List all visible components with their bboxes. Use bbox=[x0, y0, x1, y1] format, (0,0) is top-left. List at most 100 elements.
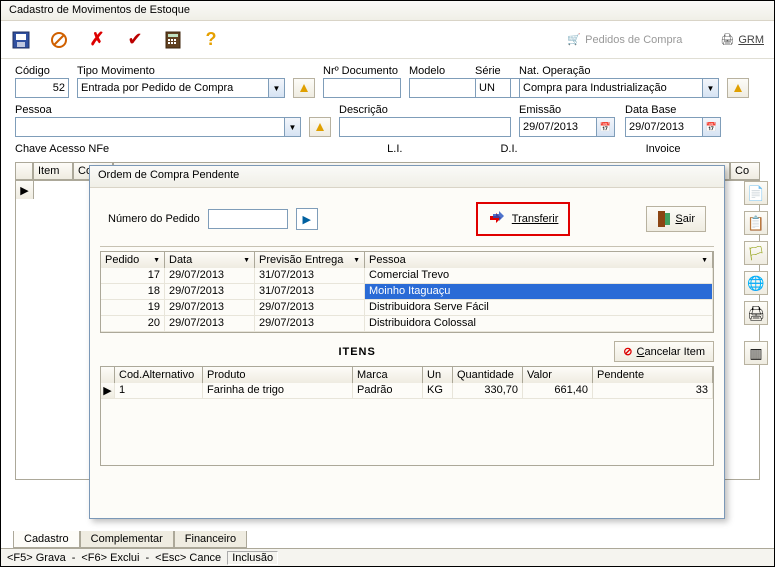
modal-title: Ordem de Compra Pendente bbox=[90, 166, 724, 188]
serie-input[interactable] bbox=[475, 78, 511, 98]
items-col-pendente[interactable]: Pendente bbox=[593, 367, 713, 383]
side-copy-icon[interactable]: 📋 bbox=[744, 211, 768, 235]
status-exclui: <F6> Exclui bbox=[81, 552, 139, 564]
items-col-produto[interactable]: Produto bbox=[203, 367, 353, 383]
di-label: D.I. bbox=[500, 143, 517, 155]
codigo-input[interactable] bbox=[15, 78, 69, 98]
side-flag-icon[interactable]: 🏳 bbox=[744, 241, 768, 265]
window-title: Cadastro de Movimentos de Estoque bbox=[1, 1, 774, 21]
items-col-qtd[interactable]: Quantidade bbox=[453, 367, 523, 383]
side-barcode-icon[interactable]: ▥ bbox=[744, 341, 768, 365]
tipo-mov-lookup-button[interactable] bbox=[293, 78, 315, 98]
orders-row[interactable]: 1729/07/201331/07/2013Comercial Trevo bbox=[101, 268, 713, 284]
calculator-icon[interactable] bbox=[163, 30, 183, 50]
codigo-label: Código bbox=[15, 65, 69, 77]
cell-pessoa: Distribuidora Serve Fácil bbox=[365, 300, 713, 316]
orders-col-pedido[interactable]: Pedido▼ bbox=[101, 252, 165, 268]
emissao-cal-icon[interactable]: 📅 bbox=[597, 117, 615, 137]
items-col-marca[interactable]: Marca bbox=[353, 367, 423, 383]
pessoa-lookup-button[interactable] bbox=[309, 117, 331, 137]
grm-button[interactable]: 🖨 GRM bbox=[720, 33, 764, 46]
tab-cadastro[interactable]: Cadastro bbox=[13, 531, 80, 548]
cell-qtd: 330,70 bbox=[453, 383, 523, 399]
numero-pedido-label: Número do Pedido bbox=[108, 213, 200, 225]
transferir-button[interactable]: Transferir bbox=[476, 202, 571, 236]
save-icon[interactable] bbox=[11, 30, 31, 50]
pessoa-input[interactable] bbox=[15, 117, 284, 137]
status-sep1: - bbox=[72, 552, 76, 564]
orders-grid: Pedido▼ Data▼ Previsão Entrega▼ Pessoa▼ … bbox=[100, 251, 714, 333]
nrdoc-label: Nrº Documento bbox=[323, 65, 401, 77]
serie-label: Série bbox=[475, 65, 511, 77]
natop-input[interactable] bbox=[519, 78, 702, 98]
check-icon[interactable]: ✔ bbox=[125, 30, 145, 50]
items-col-un[interactable]: Un bbox=[423, 367, 453, 383]
tab-financeiro[interactable]: Financeiro bbox=[174, 531, 247, 548]
side-globe-icon[interactable]: 🌐 bbox=[744, 271, 768, 295]
descricao-label: Descrição bbox=[339, 104, 511, 116]
invoice-label: Invoice bbox=[646, 143, 681, 155]
cancel-icon[interactable] bbox=[49, 30, 69, 50]
cell-marca: Padrão bbox=[353, 383, 423, 399]
col-co[interactable]: Co bbox=[730, 162, 760, 180]
cell-pedido: 19 bbox=[101, 300, 165, 316]
chevron-down-icon[interactable]: ▼ bbox=[353, 257, 360, 264]
database-label: Data Base bbox=[625, 104, 723, 116]
pessoa-dd-icon[interactable]: ▼ bbox=[284, 117, 301, 137]
sair-button[interactable]: SSairair bbox=[646, 206, 706, 232]
cell-un: KG bbox=[423, 383, 453, 399]
tipo-mov-input[interactable] bbox=[77, 78, 268, 98]
database-cal-icon[interactable]: 📅 bbox=[703, 117, 721, 137]
orders-row[interactable]: 1929/07/201329/07/2013Distribuidora Serv… bbox=[101, 300, 713, 316]
pedidos-compra-button[interactable]: 🛒 Pedidos de Compra bbox=[567, 33, 682, 46]
orders-col-previsao[interactable]: Previsão Entrega▼ bbox=[255, 252, 365, 268]
orders-row[interactable]: 2029/07/201329/07/2013Distribuidora Colo… bbox=[101, 316, 713, 332]
orders-col-data[interactable]: Data▼ bbox=[165, 252, 255, 268]
help-icon[interactable]: ? bbox=[201, 30, 221, 50]
cell-codalt: 1 bbox=[115, 383, 203, 399]
transferir-label: Transferir bbox=[512, 213, 559, 225]
items-row[interactable]: ▶1Farinha de trigoPadrãoKG330,70661,4033 bbox=[101, 383, 713, 399]
database-input[interactable] bbox=[625, 117, 703, 137]
cell-data: 29/07/2013 bbox=[165, 316, 255, 332]
chave-label: Chave Acesso NFe bbox=[15, 143, 109, 155]
natop-lookup-button[interactable] bbox=[727, 78, 749, 98]
cell-pessoa: Moinho Itaguaçu bbox=[365, 284, 713, 300]
play-button[interactable]: ▶ bbox=[296, 208, 318, 230]
chevron-down-icon[interactable]: ▼ bbox=[243, 257, 250, 264]
tab-bar: Cadastro Complementar Financeiro bbox=[13, 531, 247, 548]
orders-col-pessoa[interactable]: Pessoa▼ bbox=[365, 252, 713, 268]
row-indicator: ▶ bbox=[16, 181, 34, 199]
li-label: L.I. bbox=[387, 143, 402, 155]
side-print-icon[interactable]: 🖨 bbox=[744, 301, 768, 325]
status-inclusao: Inclusão bbox=[227, 551, 278, 565]
cancelar-item-button[interactable]: ⊘ Cancelar Item Cancelar Item bbox=[614, 341, 714, 362]
emissao-input[interactable] bbox=[519, 117, 597, 137]
col-item[interactable]: Item bbox=[33, 162, 73, 180]
natop-dd-icon[interactable]: ▼ bbox=[702, 78, 719, 98]
cell-data: 29/07/2013 bbox=[165, 268, 255, 284]
ordem-compra-modal: Ordem de Compra Pendente Número do Pedid… bbox=[89, 165, 725, 519]
status-cance: <Esc> Cance bbox=[155, 552, 221, 564]
natop-label: Nat. Operação bbox=[519, 65, 719, 77]
cell-data: 29/07/2013 bbox=[165, 284, 255, 300]
descricao-input[interactable] bbox=[339, 117, 511, 137]
chevron-down-icon[interactable]: ▼ bbox=[153, 257, 160, 264]
main-toolbar: ✗ ✔ ? 🛒 Pedidos de Compra 🖨 GRM bbox=[1, 21, 774, 59]
numero-pedido-input[interactable] bbox=[208, 209, 288, 229]
cell-pedido: 18 bbox=[101, 284, 165, 300]
tab-complementar[interactable]: Complementar bbox=[80, 531, 174, 548]
chevron-down-icon[interactable]: ▼ bbox=[701, 257, 708, 264]
door-icon bbox=[657, 210, 671, 228]
cart-icon: 🛒 bbox=[567, 33, 581, 46]
items-col-valor[interactable]: Valor bbox=[523, 367, 593, 383]
cell-pendente: 33 bbox=[593, 383, 713, 399]
nrdoc-input[interactable] bbox=[323, 78, 401, 98]
status-bar: <F5> Grava - <F6> Exclui - <Esc> Cance I… bbox=[1, 548, 774, 566]
orders-row[interactable]: 1829/07/201331/07/2013Moinho Itaguaçu bbox=[101, 284, 713, 300]
delete-x-icon[interactable]: ✗ bbox=[87, 30, 107, 50]
tipo-mov-dd-icon[interactable]: ▼ bbox=[268, 78, 285, 98]
cell-valor: 661,40 bbox=[523, 383, 593, 399]
items-col-codalt[interactable]: Cod.Alternativo bbox=[115, 367, 203, 383]
side-doc-icon[interactable]: 📄 bbox=[744, 181, 768, 205]
